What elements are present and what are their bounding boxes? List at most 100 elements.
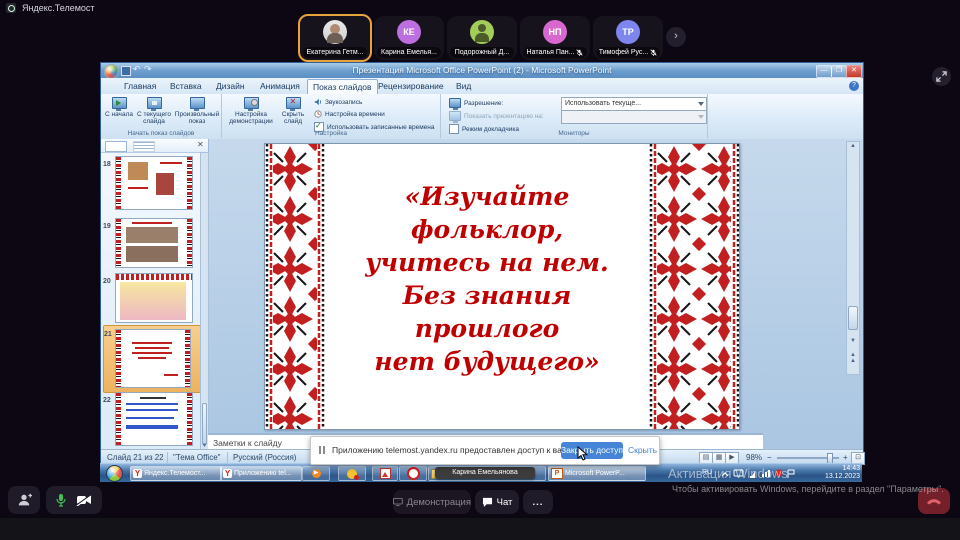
minimize-button[interactable]: — <box>816 65 832 78</box>
tab-pokaz-slaydov[interactable]: Показ слайдов <box>307 79 378 95</box>
mic-muted-icon <box>650 49 657 56</box>
status-language: Русский (Россия) <box>233 453 296 462</box>
add-participant-button[interactable] <box>8 486 40 514</box>
close-icon[interactable]: ✕ <box>846 65 862 78</box>
telemost-logo-icon <box>6 3 16 13</box>
taskbar-button-opera[interactable] <box>399 466 427 481</box>
record-narration-option[interactable]: Звукозапись <box>314 98 362 106</box>
setup-show-button[interactable]: Настройка демонстрации <box>228 97 274 125</box>
thumb-preview <box>126 425 178 429</box>
ppt-window-title: Презентация Microsoft Office PowerPoint … <box>101 65 863 75</box>
participant-tile-podorozhny[interactable]: Подорожный Д... <box>447 16 517 60</box>
expand-icon[interactable] <box>932 67 951 86</box>
tab-vstavka[interactable]: Вставка <box>165 79 207 94</box>
more-options-button[interactable]: ... <box>523 490 553 514</box>
thumb-preview <box>120 282 186 320</box>
tab-animatsiya[interactable]: Анимация <box>255 79 305 94</box>
taskbar-button-image-editor[interactable] <box>372 466 398 481</box>
participant-tile-natalya[interactable]: НП Наталья Пан... <box>520 16 590 60</box>
tab-retsenzirovanie[interactable]: Рецензирование <box>373 79 449 94</box>
participant-name-tooltip: Карина Емельянова <box>435 467 535 479</box>
taskbar-button-messenger[interactable] <box>338 466 366 481</box>
maximize-button[interactable]: ❐ <box>831 65 847 78</box>
participant-tile-karina[interactable]: КЕ Карина Емелья... <box>374 16 444 60</box>
panel-scrollbar[interactable]: ▼ <box>200 152 209 451</box>
from-beginning-button[interactable]: С начала <box>105 97 133 118</box>
taskbar-button-media-player[interactable]: ▶ <box>302 466 330 481</box>
slide-thumbnail-20[interactable] <box>115 273 193 323</box>
ppt-titlebar[interactable]: ↶ ↷ Презентация Microsoft Office PowerPo… <box>101 63 863 78</box>
resolution-dropdown[interactable]: Использовать текуще... <box>561 97 707 111</box>
slide-thumbnail-18[interactable] <box>115 156 193 210</box>
monitor-icon <box>190 97 205 109</box>
slides-tab-icon[interactable] <box>105 141 127 152</box>
avatar <box>470 20 494 44</box>
participant-tile-timofey[interactable]: ТР Тимофей Рус... <box>593 16 663 60</box>
setup-monitor-icon <box>244 97 259 109</box>
slide-thumbnail-21[interactable] <box>115 329 191 388</box>
thumb-preview <box>126 417 174 419</box>
mic-on-icon[interactable] <box>56 493 66 507</box>
image-icon <box>380 468 391 479</box>
scroll-down-icon[interactable]: ▼ <box>847 338 859 344</box>
start-button[interactable] <box>106 465 123 482</box>
zoom-in-icon[interactable]: + <box>843 453 848 462</box>
taskbar-button-powerpoint[interactable]: P Microsoft PowerP... <box>548 466 646 481</box>
group-label: Мониторы <box>441 130 707 137</box>
custom-show-button[interactable]: Произвольный показ <box>175 97 219 125</box>
slide-number: 21 <box>104 331 112 338</box>
thumb-preview <box>132 342 172 344</box>
zoom-out-icon[interactable]: − <box>767 453 772 462</box>
status-theme: "Тема Office" <box>173 453 221 462</box>
slide-scrollbar[interactable]: ▲ ▼ ▲▲ <box>846 141 860 375</box>
previous-slide-icon[interactable]: ▲▲ <box>847 352 859 364</box>
close-panel-icon[interactable]: ✕ <box>197 140 204 149</box>
tab-vid[interactable]: Вид <box>451 79 476 94</box>
ribbon-group-monitors: Разрешение: Использовать текуще... Показ… <box>441 94 708 138</box>
slide-canvas[interactable]: «Изучайте фольклор, учитесь на нем. Без … <box>264 143 740 430</box>
from-current-slide-button[interactable]: С текущего слайда <box>135 97 173 125</box>
help-icon[interactable]: ? <box>849 81 859 91</box>
tray-clock[interactable]: 14:4313.12.2023 <box>816 465 860 481</box>
camera-off-icon[interactable] <box>76 494 92 506</box>
stop-sharing-button[interactable]: Закрыть доступ <box>561 442 623 459</box>
pause-icon[interactable] <box>323 446 325 454</box>
share-screen-button[interactable]: Демонстрация <box>393 490 471 514</box>
hide-banner-button[interactable]: Скрыть <box>628 445 657 455</box>
pause-icon[interactable] <box>319 446 321 454</box>
outline-tab-icon[interactable] <box>133 141 155 152</box>
panel-scrollbar-thumb[interactable] <box>202 403 207 445</box>
avatar <box>323 20 347 44</box>
ribbon-group-start-show: С начала С текущего слайда Произвольный … <box>101 94 222 138</box>
slide-scrollbar-thumb[interactable] <box>848 306 858 330</box>
slide-thumbnail-22[interactable] <box>115 392 193 446</box>
slide-thumbnail-19[interactable] <box>115 218 193 268</box>
tab-glavnaya[interactable]: Главная <box>119 79 161 94</box>
thumb-preview <box>132 352 172 354</box>
resolution-icon <box>449 98 461 108</box>
slides-panel-header: ✕ <box>101 139 208 153</box>
tab-dizayn[interactable]: Дизайн <box>211 79 250 94</box>
hide-slide-button[interactable]: ✕ Скрыть слайд <box>276 97 310 125</box>
slideshow-icon <box>147 97 162 109</box>
activation-watermark-line2: Чтобы активировать Windows, перейдите в … <box>672 484 944 494</box>
ribbon-tab-row: Главная Вставка Дизайн Анимация Показ сл… <box>101 78 863 95</box>
group-label: Настройка <box>222 130 440 137</box>
thumb-preview <box>126 403 178 405</box>
slide-number: 19 <box>103 223 111 230</box>
more-participants-button[interactable]: › <box>666 27 686 47</box>
taskbar-button-telemost-notice[interactable]: YПриложению tel... <box>220 466 302 481</box>
participant-name: Тимофей Рус... <box>599 47 649 58</box>
taskbar-button-telemost[interactable]: YЯндекс.Телемост... <box>130 466 222 481</box>
participant-tile-ekaterina[interactable]: Екатерина Гетм... <box>298 14 372 62</box>
chat-button[interactable]: Чат <box>475 490 519 514</box>
hide-slide-icon: ✕ <box>286 97 301 109</box>
clock-icon <box>314 110 322 118</box>
zoom-level: 98% <box>746 453 762 462</box>
scroll-up-icon[interactable]: ▲ <box>847 143 859 149</box>
activation-watermark-line1: Активация Windows <box>668 466 788 481</box>
hangup-icon <box>926 497 942 505</box>
thumb-preview <box>126 227 178 243</box>
slide-number: 20 <box>103 278 111 285</box>
rehearse-timings-option[interactable]: Настройка времени <box>314 110 385 118</box>
